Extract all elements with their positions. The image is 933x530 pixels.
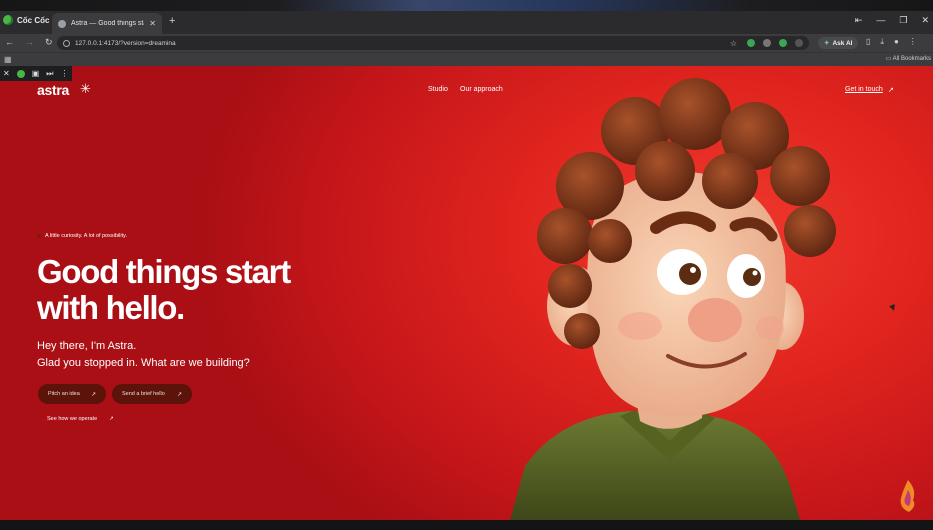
folder-icon: ▭ (885, 56, 892, 62)
url-input[interactable] (75, 39, 475, 47)
tab-close-icon[interactable]: ✕ (149, 19, 156, 28)
close-icon[interactable]: ✕ (3, 69, 10, 78)
left-eye-glint (690, 267, 696, 273)
headline-line-1: Good things start (37, 253, 291, 290)
left-pupil (679, 263, 701, 285)
top-glow (0, 0, 933, 11)
coccoc-mini-icon[interactable] (16, 69, 25, 78)
back-icon[interactable]: ← (5, 37, 14, 48)
all-bookmarks-label: All Bookmarks (892, 56, 931, 62)
sparkle-icon: ✦ (824, 40, 830, 47)
side-mini-toolbar: ✕ ▣ ⏭ ⋮ (0, 66, 72, 81)
new-tab-icon[interactable]: + (169, 15, 175, 27)
tab-favicon-icon (58, 19, 66, 28)
nose-shape (688, 298, 742, 342)
right-cheek (756, 316, 784, 340)
menu-icon[interactable]: ⋮ (909, 37, 917, 47)
minimize-icon[interactable]: — (876, 15, 885, 26)
hero-eyebrow: A little curiosity. A lot of possibility… (37, 233, 127, 239)
profile-icon[interactable]: ● (894, 37, 899, 47)
headline-line-2: with hello. (37, 289, 185, 326)
download-extension-icon[interactable] (779, 39, 787, 47)
browser-brand[interactable]: Cốc Cốc (3, 15, 49, 25)
all-bookmarks[interactable]: ▭ All Bookmarks (886, 55, 931, 62)
browser-toolbar: ← → ↻ ☆ ✦ Ask AI ▯ ⤓ ● ⋮ (0, 34, 933, 52)
shirt-shape (510, 411, 800, 520)
tab-active[interactable]: Astra — Good things start w ✕ (52, 13, 162, 34)
forward-icon[interactable]: → (25, 37, 34, 48)
nav-buttons: ← → ↻ (5, 37, 53, 48)
pitch-an-idea-button[interactable]: Pitch an idea ↗ (38, 384, 106, 404)
astra-character-illustration (510, 78, 836, 520)
tab-search-icon[interactable]: ⇤ (855, 15, 863, 26)
eyebrow-text: A little curiosity. A lot of possibility… (45, 233, 128, 239)
tab-strip: Cốc Cốc Astra — Good things start w ✕ + … (0, 0, 933, 34)
picture-in-picture-icon[interactable]: ▣ (32, 69, 40, 78)
left-cheek (618, 312, 662, 340)
hero-subline-1: Hey there, I'm Astra. (37, 340, 137, 352)
bookmark-bar: ▦ ▭ All Bookmarks (0, 52, 933, 66)
downloads-icon[interactable]: ⤓ (880, 37, 884, 47)
see-how-we-operate-link[interactable]: See how we operate ↗ (47, 416, 114, 422)
arrow-up-right-icon: ↗ (176, 391, 182, 398)
close-window-icon[interactable]: ✕ (921, 15, 929, 26)
right-pupil (743, 268, 761, 286)
astra-landing-page: astra ✳ Studio Our approach Get in touch… (0, 66, 933, 520)
puzzle-extension-icon[interactable] (795, 39, 803, 47)
shield-extension-icon[interactable] (763, 39, 771, 47)
moon-extension-icon[interactable] (747, 39, 755, 47)
right-eye-glint (752, 270, 758, 276)
reload-icon[interactable]: ↻ (45, 37, 53, 48)
extension-icons (747, 39, 803, 47)
hero-subline-2: Glad you stopped in. What are we buildin… (37, 357, 250, 369)
tab-title: Astra — Good things start w (71, 20, 144, 27)
nav-studio[interactable]: Studio (428, 86, 448, 93)
window-controls: ⇤ — ❐ ✕ (855, 15, 929, 26)
ask-ai-button[interactable]: ✦ Ask AI (818, 37, 859, 49)
eyebrow-dot-icon (37, 234, 41, 238)
site-wordmark[interactable]: astra (37, 82, 69, 98)
see-how-we-operate-label: See how we operate (47, 416, 98, 422)
pitch-an-idea-label: Pitch an idea (48, 391, 80, 397)
browser-brand-label: Cốc Cốc (17, 15, 50, 25)
ask-ai-label: Ask AI (832, 39, 853, 47)
bottom-bar (0, 520, 933, 530)
arrow-up-right-icon: ↗ (109, 416, 114, 422)
browser-window: Cốc Cốc Astra — Good things start w ✕ + … (0, 0, 933, 530)
sidebar-icon[interactable]: ▯ (866, 37, 870, 47)
bookmark-star-icon[interactable]: ☆ (730, 39, 737, 48)
site-info-icon[interactable] (63, 39, 70, 47)
asterisk-icon: ✳ (80, 81, 91, 96)
address-bar[interactable]: ☆ (57, 36, 809, 50)
more-icon[interactable]: ⋮ (60, 69, 68, 78)
hero-headline: Good things start with hello. (37, 254, 327, 326)
restore-icon[interactable]: ❐ (899, 15, 907, 26)
send-brief-hello-button[interactable]: Send a brief hello ↗ (112, 384, 192, 404)
coccoc-logo-icon (3, 15, 13, 25)
toolbar-icons: ▯ ⤓ ● ⋮ (866, 37, 917, 47)
apps-grid-icon[interactable]: ▦ (4, 55, 12, 64)
skip-forward-icon[interactable]: ⏭ (46, 69, 53, 79)
arrow-up-right-icon: ↗ (90, 391, 96, 398)
flame-logo-icon (900, 480, 915, 512)
send-brief-hello-label: Send a brief hello (122, 391, 165, 397)
